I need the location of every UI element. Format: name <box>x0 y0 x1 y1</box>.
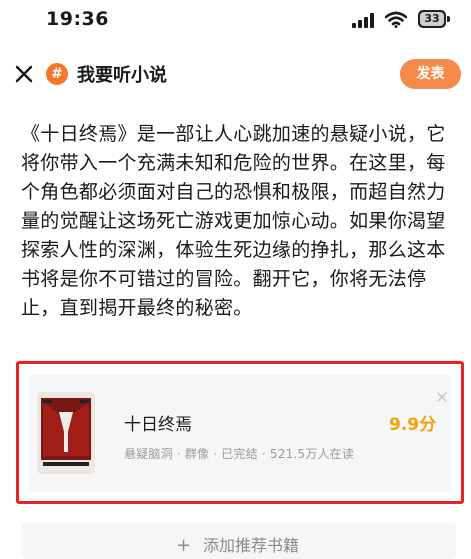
wifi-icon <box>385 11 407 28</box>
post-body-text[interactable]: 《十日终焉》是一部让人心跳加速的悬疑小说，它将你带入一个充满未知和危险的世界。在… <box>21 120 453 323</box>
book-title: 十日终焉 <box>124 415 192 435</box>
status-time: 19:36 <box>46 8 109 30</box>
publish-button[interactable]: 发表 <box>400 59 461 89</box>
signal-icon <box>352 13 374 28</box>
battery-icon: 33 <box>418 10 450 28</box>
topic-title[interactable]: 我要听小说 <box>77 61 167 87</box>
topic-hash-icon: # <box>46 63 68 85</box>
nav-bar: # 我要听小说 发表 <box>0 52 471 96</box>
add-book-label: 添加推荐书籍 <box>203 536 300 555</box>
status-bar: 19:36 33 <box>0 0 471 44</box>
plus-icon: + <box>176 535 192 556</box>
book-meta: 悬疑脑洞 · 群像 · 已完结 · 521.5万人在读 <box>124 447 355 461</box>
close-icon[interactable] <box>12 62 36 86</box>
battery-level: 33 <box>420 12 444 26</box>
book-rating: 9.9分 <box>389 415 437 435</box>
book-card[interactable]: 十日终焉 9.9分 悬疑脑洞 · 群像 · 已完结 · 521.5万人在读 <box>29 374 451 492</box>
book-card-highlight: 十日终焉 9.9分 悬疑脑洞 · 群像 · 已完结 · 521.5万人在读 <box>16 361 464 504</box>
add-book-button[interactable]: + 添加推荐书籍 <box>22 523 456 559</box>
book-cover-image <box>37 392 95 474</box>
close-icon[interactable] <box>437 392 447 402</box>
